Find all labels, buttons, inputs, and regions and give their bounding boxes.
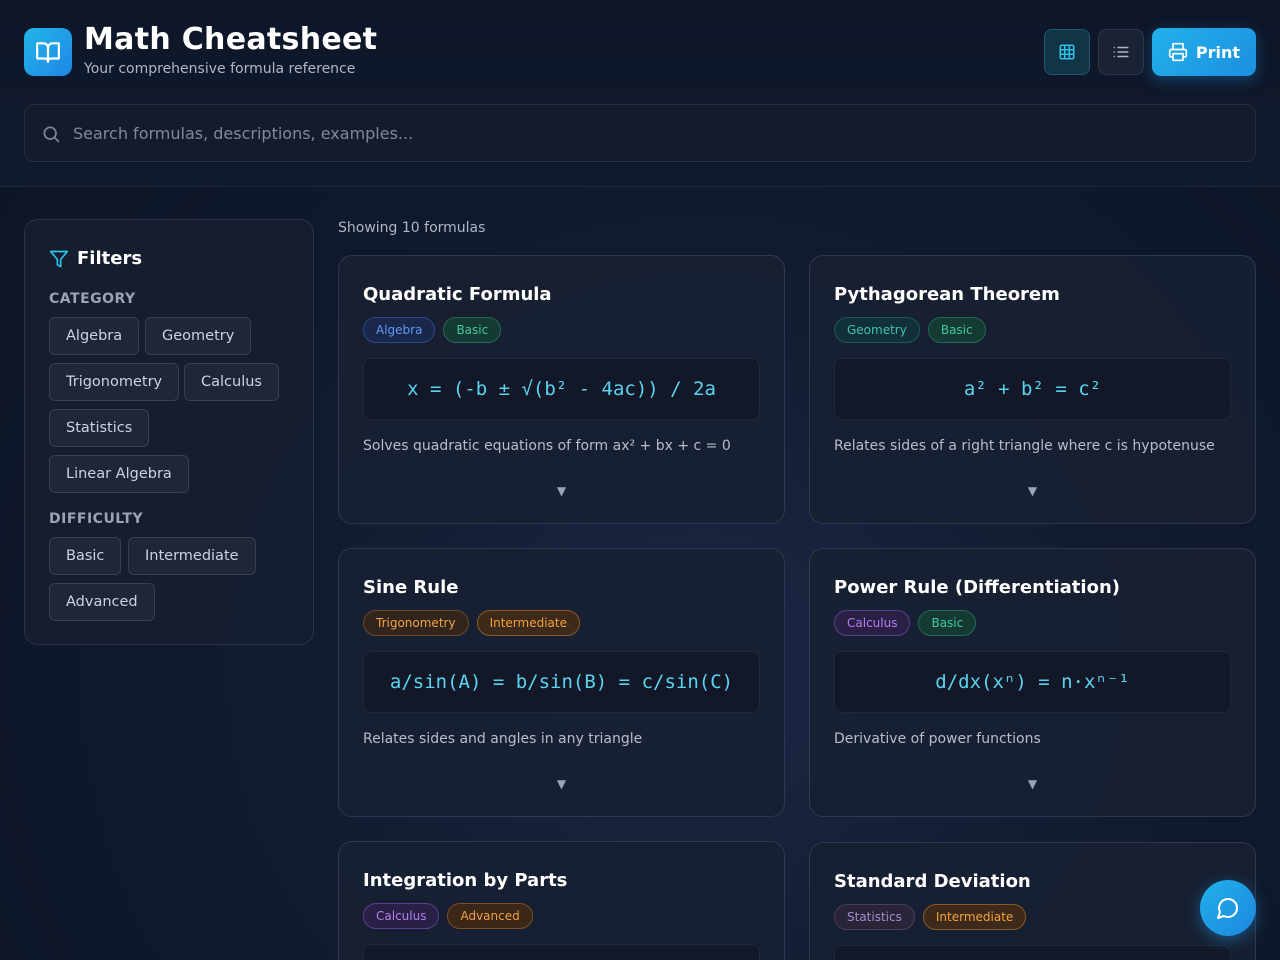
expand-chevron-icon[interactable]: ▼ bbox=[810, 777, 1255, 791]
card-title: Sine Rule bbox=[363, 577, 459, 598]
filters-title: Filters bbox=[77, 248, 143, 269]
card-description: Solves quadratic equations of form ax² +… bbox=[363, 438, 731, 454]
card-tags: Calculus Advanced bbox=[363, 903, 533, 929]
page-subtitle: Your comprehensive formula reference bbox=[84, 61, 356, 77]
card-tags: Statistics Intermediate bbox=[834, 904, 1027, 930]
formula-card[interactable]: Power Rule (Differentiation) Calculus Ba… bbox=[809, 548, 1256, 817]
app-header: Math Cheatsheet Your comprehensive formu… bbox=[0, 0, 1280, 187]
formula-display: d/dx(xⁿ) = n·xⁿ⁻¹ bbox=[834, 651, 1231, 713]
formula-card[interactable]: Pythagorean Theorem Geometry Basic a² + … bbox=[809, 255, 1256, 524]
difficulty-tag: Intermediate bbox=[922, 904, 1027, 930]
filter-icon bbox=[49, 250, 69, 267]
formula-display: a/sin(A) = b/sin(B) = c/sin(C) bbox=[363, 651, 760, 713]
formula-display bbox=[834, 945, 1231, 960]
filter-chip-linear-algebra[interactable]: Linear Algebra bbox=[49, 455, 189, 493]
card-title: Power Rule (Differentiation) bbox=[834, 577, 1120, 598]
filter-chip-trigonometry[interactable]: Trigonometry bbox=[49, 363, 180, 401]
category-tag: Trigonometry bbox=[363, 610, 469, 636]
search-icon bbox=[43, 126, 60, 143]
difficulty-tag: Basic bbox=[927, 317, 986, 343]
category-tag: Algebra bbox=[363, 317, 436, 343]
search-bar[interactable] bbox=[24, 104, 1256, 162]
card-description: Relates sides of a right triangle where … bbox=[834, 438, 1215, 454]
filter-chip-calculus[interactable]: Calculus bbox=[184, 363, 279, 401]
difficulty-tag: Basic bbox=[918, 610, 977, 636]
message-circle-icon bbox=[1217, 898, 1238, 919]
card-title: Quadratic Formula bbox=[363, 284, 552, 305]
formula-display: x = (-b ± √(b² - 4ac)) / 2a bbox=[363, 358, 760, 420]
card-tags: Trigonometry Intermediate bbox=[363, 610, 580, 636]
filters-panel: Filters CATEGORY Algebra Geometry Trigon… bbox=[24, 219, 314, 645]
search-input[interactable] bbox=[73, 105, 1243, 161]
card-tags: Algebra Basic bbox=[363, 317, 502, 343]
card-tags: Geometry Basic bbox=[834, 317, 986, 343]
filters-header: Filters bbox=[49, 248, 142, 269]
formula-display bbox=[363, 944, 760, 960]
list-view-button[interactable] bbox=[1098, 29, 1144, 75]
expand-chevron-icon[interactable]: ▼ bbox=[810, 484, 1255, 498]
card-title: Standard Deviation bbox=[834, 871, 1031, 892]
filter-chip-statistics[interactable]: Statistics bbox=[49, 409, 150, 447]
formula-card[interactable]: Sine Rule Trigonometry Intermediate a/si… bbox=[338, 548, 785, 817]
category-tag: Calculus bbox=[363, 903, 440, 929]
category-tag: Geometry bbox=[834, 317, 920, 343]
expand-chevron-icon[interactable]: ▼ bbox=[339, 484, 784, 498]
difficulty-label: DIFFICULTY bbox=[49, 511, 144, 527]
book-open-icon bbox=[36, 42, 60, 63]
print-button[interactable]: Print bbox=[1152, 28, 1256, 76]
card-description: Relates sides and angles in any triangle bbox=[363, 731, 643, 747]
filter-chip-basic[interactable]: Basic bbox=[49, 537, 122, 575]
print-label: Print bbox=[1195, 42, 1241, 62]
difficulty-tag: Advanced bbox=[447, 903, 533, 929]
page-title: Math Cheatsheet bbox=[84, 22, 378, 57]
logo bbox=[24, 28, 72, 76]
grid-icon bbox=[1059, 44, 1075, 60]
formula-card[interactable]: Integration by Parts Calculus Advanced bbox=[338, 841, 785, 960]
expand-chevron-icon[interactable]: ▼ bbox=[339, 777, 784, 791]
category-tag: Statistics bbox=[834, 904, 915, 930]
printer-icon bbox=[1168, 42, 1188, 62]
grid-view-button[interactable] bbox=[1044, 29, 1090, 75]
category-label: CATEGORY bbox=[49, 291, 136, 307]
card-title: Integration by Parts bbox=[363, 870, 568, 891]
filter-chip-geometry[interactable]: Geometry bbox=[145, 317, 252, 355]
list-icon bbox=[1113, 46, 1129, 58]
card-description: Derivative of power functions bbox=[834, 731, 1041, 747]
formula-card[interactable]: Quadratic Formula Algebra Basic x = (-b … bbox=[338, 255, 785, 524]
difficulty-tag: Intermediate bbox=[476, 610, 580, 636]
card-tags: Calculus Basic bbox=[834, 610, 977, 636]
formula-display: a² + b² = c² bbox=[834, 358, 1231, 420]
filter-chip-advanced[interactable]: Advanced bbox=[49, 583, 155, 621]
filter-chip-algebra[interactable]: Algebra bbox=[49, 317, 140, 355]
formula-card[interactable]: Standard Deviation Statistics Intermedia… bbox=[809, 842, 1256, 960]
chat-button[interactable] bbox=[1200, 880, 1256, 936]
results-count: Showing 10 formulas bbox=[338, 220, 486, 236]
filter-chip-intermediate[interactable]: Intermediate bbox=[128, 537, 256, 575]
card-title: Pythagorean Theorem bbox=[834, 284, 1060, 305]
category-tag: Calculus bbox=[834, 610, 911, 636]
difficulty-tag: Basic bbox=[443, 317, 502, 343]
